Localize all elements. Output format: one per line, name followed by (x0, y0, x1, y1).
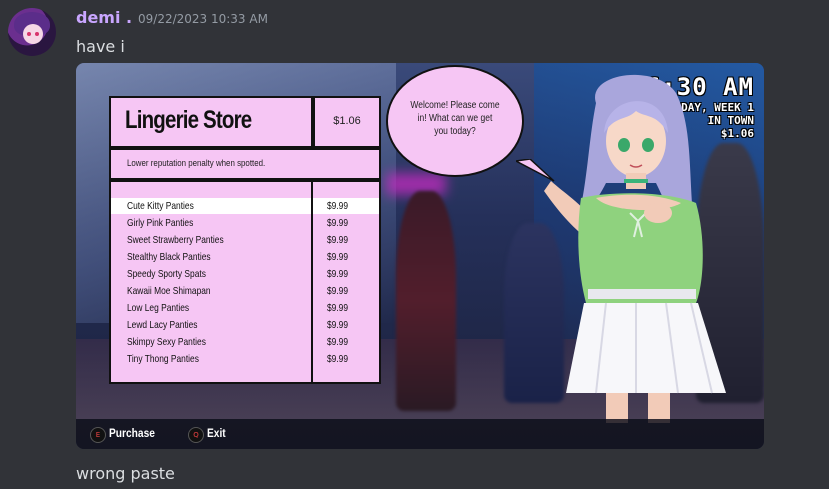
item-price: $9.99 (327, 268, 349, 280)
store-menu: Lingerie Store $1.06 Lower reputation pe… (109, 96, 381, 384)
controls-bar: E Purchase Q Exit (76, 419, 764, 449)
e-key-icon: E (90, 427, 106, 443)
store-title-box: Lingerie Store (109, 96, 313, 148)
list-item[interactable]: Speedy Sporty Spats $9.99 (111, 266, 379, 282)
exit-control: Exit (207, 426, 226, 440)
item-price: $9.99 (327, 336, 349, 348)
chat-message: demi . 09/22/2023 10:33 AM have i Linger… (0, 0, 829, 489)
item-name: Cute Kitty Panties (127, 200, 194, 212)
speech-bubble: Welcome! Please come in! What can we get… (386, 65, 524, 177)
item-name: Girly Pink Panties (127, 217, 194, 229)
list-item[interactable]: Kawaii Moe Shimapan $9.99 (111, 283, 379, 299)
list-item[interactable]: Girly Pink Panties $9.99 (111, 215, 379, 231)
item-name: Lewd Lacy Panties (127, 319, 198, 331)
item-price: $9.99 (327, 217, 349, 229)
q-key-icon: Q (188, 427, 204, 443)
item-price: $9.99 (327, 353, 349, 365)
item-price: $9.99 (327, 302, 349, 314)
message-text: wrong paste (76, 464, 175, 483)
item-price: $9.99 (327, 200, 349, 212)
item-price: $9.99 (327, 234, 349, 246)
item-price: $9.99 (327, 285, 349, 297)
money-box: $1.06 (313, 96, 381, 148)
background-npc (396, 191, 456, 411)
avatar-eye (35, 32, 39, 36)
item-name: Kawaii Moe Shimapan (127, 285, 211, 297)
item-description-box: Lower reputation penalty when spotted. (109, 148, 381, 180)
message-text: have i (76, 37, 125, 56)
attached-game-screenshot[interactable]: Lingerie Store $1.06 Lower reputation pe… (76, 63, 764, 449)
money-value: $1.06 (333, 115, 361, 127)
username[interactable]: demi . (76, 8, 132, 27)
item-name: Tiny Thong Panties (127, 353, 199, 365)
avatar-face (23, 24, 43, 44)
list-item[interactable]: Sweet Strawberry Panties $9.99 (111, 232, 379, 248)
item-price: $9.99 (327, 251, 349, 263)
price-column-divider (311, 180, 313, 384)
item-name: Skimpy Sexy Panties (127, 336, 206, 348)
list-item[interactable]: Skimpy Sexy Panties $9.99 (111, 334, 379, 350)
item-name: Speedy Sporty Spats (127, 268, 206, 280)
list-item[interactable]: Cute Kitty Panties $9.99 (111, 198, 379, 214)
item-price: $9.99 (327, 319, 349, 331)
store-title: Lingerie Store (125, 106, 252, 134)
list-item[interactable]: Lewd Lacy Panties $9.99 (111, 317, 379, 333)
avatar-eye (27, 32, 31, 36)
speech-text: Welcome! Please come in! What can we get… (410, 100, 500, 137)
avatar[interactable] (8, 8, 56, 56)
item-list: Cute Kitty Panties $9.99 Girly Pink Panti… (109, 180, 381, 384)
item-name: Stealthy Black Panties (127, 251, 211, 263)
shopkeeper-character (544, 74, 726, 423)
item-description: Lower reputation penalty when spotted. (127, 158, 266, 168)
purchase-control: Purchase (109, 426, 155, 440)
item-name: Sweet Strawberry Panties (127, 234, 224, 246)
item-name: Low Leg Panties (127, 302, 190, 314)
list-item[interactable]: Stealthy Black Panties $9.99 (111, 249, 379, 265)
timestamp: 09/22/2023 10:33 AM (138, 12, 268, 26)
list-item[interactable]: Tiny Thong Panties $9.99 (111, 351, 379, 367)
list-item[interactable]: Low Leg Panties $9.99 (111, 300, 379, 316)
